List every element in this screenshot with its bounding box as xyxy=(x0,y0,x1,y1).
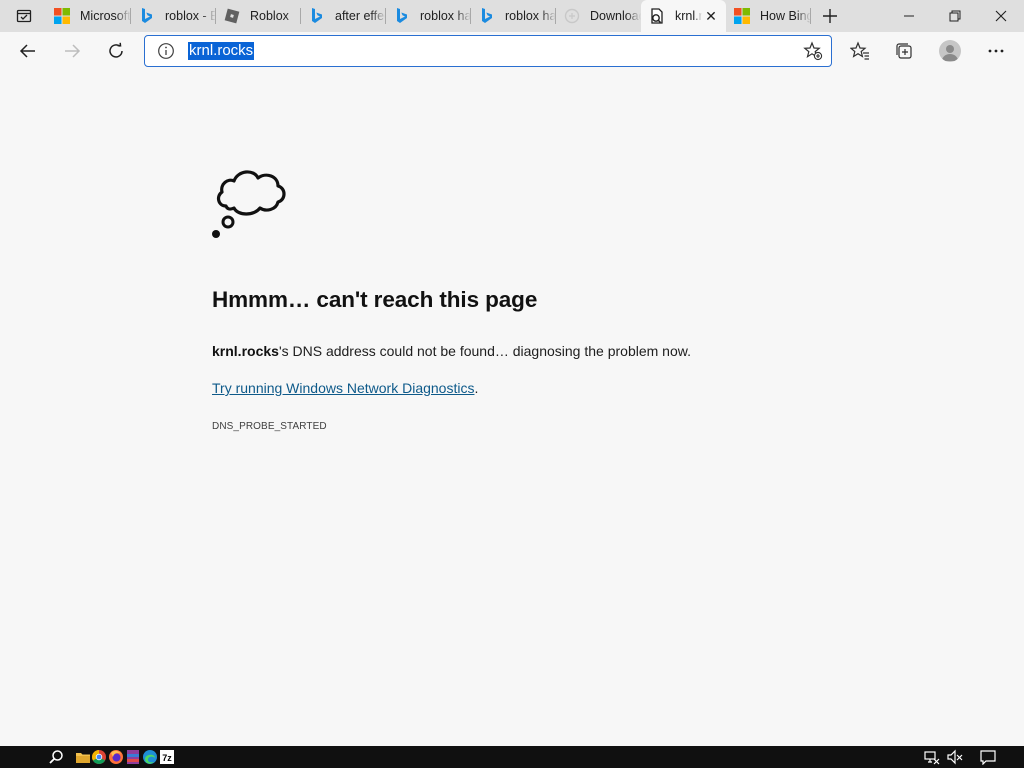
add-favorite-icon[interactable] xyxy=(803,41,823,61)
edge-icon[interactable] xyxy=(142,749,158,765)
address-bar[interactable]: krnl.rocks xyxy=(144,35,832,67)
volume-muted-icon[interactable] xyxy=(947,749,963,765)
bing-icon xyxy=(479,8,495,24)
bing-icon xyxy=(139,8,155,24)
error-page: Hmmm… can't reach this page krnl.rocks's… xyxy=(0,70,1024,746)
chrome-icon[interactable] xyxy=(91,749,107,765)
winrar-icon[interactable] xyxy=(125,749,141,765)
address-bar-url[interactable]: krnl.rocks xyxy=(188,42,255,60)
tab-krnl-rocks[interactable]: krnl.rocks ✕ xyxy=(641,0,726,32)
microsoft-icon xyxy=(54,8,70,24)
error-headline: Hmmm… can't reach this page xyxy=(212,287,538,312)
minimize-button[interactable] xyxy=(886,0,932,32)
settings-more-button[interactable] xyxy=(980,35,1012,67)
7zip-icon[interactable]: 7z xyxy=(159,749,175,765)
restore-icon xyxy=(949,10,961,22)
close-icon xyxy=(995,10,1007,22)
error-detail-text: 's DNS address could not be found… diagn… xyxy=(278,343,691,359)
bing-icon xyxy=(394,8,410,24)
back-button[interactable] xyxy=(12,35,44,67)
tab-roblox[interactable]: Roblox xyxy=(216,0,301,32)
tab-title: krnl.rocks xyxy=(675,9,702,23)
refresh-button[interactable] xyxy=(100,35,132,67)
tab-microsoft-start[interactable]: Microsoft Start xyxy=(46,0,131,32)
diagnostics-period: . xyxy=(474,380,479,396)
close-tab-icon[interactable]: ✕ xyxy=(702,7,720,25)
browser-toolbar: krnl.rocks xyxy=(0,32,1024,70)
search-icon[interactable] xyxy=(48,749,64,765)
profile-avatar[interactable] xyxy=(939,40,961,62)
diagnostics-line: Try running Windows Network Diagnostics. xyxy=(212,380,478,396)
tab-list: Microsoft Start roblox - Bing Roblox aft… xyxy=(46,0,811,32)
file-explorer-icon[interactable] xyxy=(75,749,91,765)
tab-download[interactable]: Download xyxy=(556,0,641,32)
bing-icon xyxy=(309,8,325,24)
favorites-button[interactable] xyxy=(844,35,876,67)
notification-icon[interactable] xyxy=(980,749,996,765)
tab-strip: Microsoft Start roblox - Bing Roblox aft… xyxy=(0,0,1024,32)
error-code: DNS_PROBE_STARTED xyxy=(212,421,327,432)
tab-title: How Bing xyxy=(760,9,811,23)
collections-button[interactable] xyxy=(888,35,920,67)
tab-actions-button[interactable] xyxy=(8,4,40,28)
plus-icon xyxy=(823,9,837,23)
error-domain: krnl.rocks xyxy=(212,343,279,359)
tab-title: roblox hacks xyxy=(505,9,556,23)
microsoft-icon xyxy=(734,8,750,24)
forward-button[interactable] xyxy=(56,35,88,67)
roblox-icon xyxy=(224,8,240,24)
tab-title: Download xyxy=(590,9,641,23)
tab-title: Roblox xyxy=(250,9,289,23)
collections-icon xyxy=(896,43,912,59)
tab-how-bing[interactable]: How Bing xyxy=(726,0,811,32)
network-icon[interactable] xyxy=(924,749,940,765)
thought-cloud-icon xyxy=(212,170,286,238)
svg-text:7z: 7z xyxy=(162,753,172,763)
tab-title: Microsoft Start xyxy=(80,9,131,23)
tab-title: roblox hacks xyxy=(420,9,471,23)
tab-title: roblox - Bing xyxy=(165,9,216,23)
refresh-icon xyxy=(109,42,123,58)
error-page-icon xyxy=(649,8,665,24)
tab-title: after effects xyxy=(335,9,386,23)
download-page-icon xyxy=(564,8,580,24)
arrow-right-icon xyxy=(65,44,81,58)
tab-roblox-hacks-2[interactable]: roblox hacks xyxy=(471,0,556,32)
taskbar: 7z xyxy=(0,746,1024,768)
tab-after-effects[interactable]: after effects xyxy=(301,0,386,32)
favorites-icon xyxy=(850,41,869,60)
tab-roblox-hacks-1[interactable]: roblox hacks xyxy=(386,0,471,32)
more-icon xyxy=(988,49,1004,53)
minimize-icon xyxy=(904,15,914,17)
error-detail: krnl.rocks's DNS address could not be fo… xyxy=(212,343,691,359)
close-window-button[interactable] xyxy=(978,0,1024,32)
new-tab-button[interactable] xyxy=(818,4,842,28)
arrow-left-icon xyxy=(19,44,35,58)
restore-button[interactable] xyxy=(932,0,978,32)
firefox-icon[interactable] xyxy=(108,749,124,765)
tab-actions-icon xyxy=(16,9,32,23)
tab-roblox-bing[interactable]: roblox - Bing xyxy=(131,0,216,32)
user-icon xyxy=(942,45,958,61)
site-info-icon[interactable] xyxy=(157,42,175,60)
network-diagnostics-link[interactable]: Try running Windows Network Diagnostics xyxy=(212,380,474,396)
